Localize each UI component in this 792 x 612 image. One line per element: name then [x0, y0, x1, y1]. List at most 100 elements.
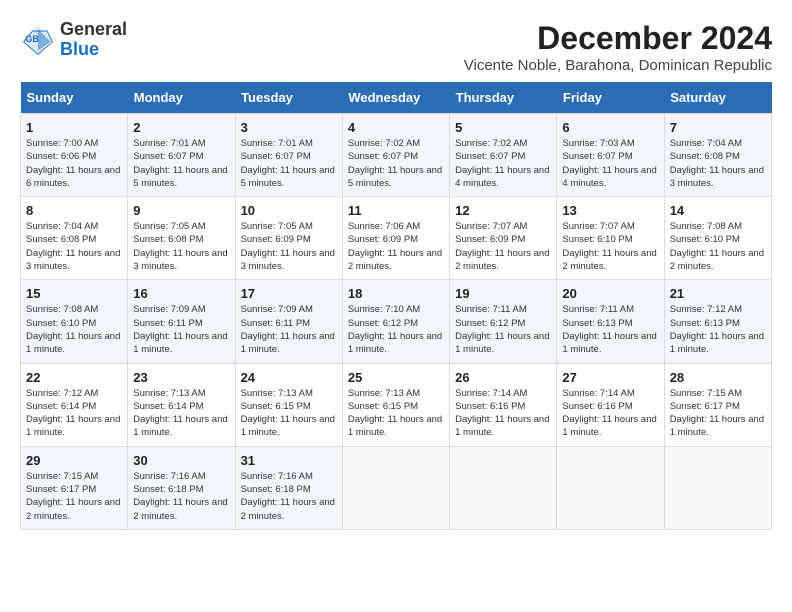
day-info: Sunrise: 7:13 AMSunset: 6:15 PMDaylight:…: [348, 387, 444, 440]
col-header-thursday: Thursday: [450, 82, 557, 114]
page-subtitle: Vicente Noble, Barahona, Dominican Repub…: [464, 57, 772, 74]
day-number: 20: [562, 286, 658, 301]
day-cell-11: 11Sunrise: 7:06 AMSunset: 6:09 PMDayligh…: [342, 197, 449, 280]
logo: GB General Blue: [20, 20, 127, 60]
col-header-friday: Friday: [557, 82, 664, 114]
day-info: Sunrise: 7:16 AMSunset: 6:18 PMDaylight:…: [133, 470, 229, 523]
week-row-2: 8 Sunrise: 7:04 AMSunset: 6:08 PMDaylight…: [21, 197, 772, 280]
day-cell-26: 26Sunrise: 7:14 AMSunset: 6:16 PMDayligh…: [450, 363, 557, 446]
calendar-table: SundayMondayTuesdayWednesdayThursdayFrid…: [20, 82, 772, 530]
day-info: Sunrise: 7:12 AMSunset: 6:14 PMDaylight:…: [26, 387, 122, 440]
day-number: 29: [26, 453, 122, 468]
calendar-header-row: SundayMondayTuesdayWednesdayThursdayFrid…: [21, 82, 772, 114]
day-info: Sunrise: 7:15 AMSunset: 6:17 PMDaylight:…: [26, 470, 122, 523]
day-cell-16: 16Sunrise: 7:09 AMSunset: 6:11 PMDayligh…: [128, 280, 235, 363]
day-info: Sunrise: 7:05 AMSunset: 6:09 PMDaylight:…: [241, 220, 337, 273]
empty-cell: [557, 446, 664, 529]
day-cell-19: 19 Sunrise: 7:11 AMSunset: 6:12 PMDayligh…: [450, 280, 557, 363]
day-info: Sunrise: 7:04 AMSunset: 6:08 PMDaylight:…: [670, 137, 766, 190]
day-info: Sunrise: 7:03 AMSunset: 6:07 PMDaylight:…: [562, 137, 658, 190]
day-cell-28: 28 Sunrise: 7:15 AMSunset: 6:17 PMDayligh…: [664, 363, 771, 446]
day-cell-18: 18 Sunrise: 7:10 AMSunset: 6:12 PMDayligh…: [342, 280, 449, 363]
day-number: 18: [348, 286, 444, 301]
day-number: 27: [562, 370, 658, 385]
empty-cell: [450, 446, 557, 529]
day-info: Sunrise: 7:00 AMSunset: 6:06 PMDaylight:…: [26, 137, 122, 190]
day-cell-1: 1 Sunrise: 7:00 AMSunset: 6:06 PMDaylight…: [21, 114, 128, 197]
day-info: Sunrise: 7:05 AMSunset: 6:08 PMDaylight:…: [133, 220, 229, 273]
day-number: 2: [133, 120, 229, 135]
col-header-wednesday: Wednesday: [342, 82, 449, 114]
day-number: 6: [562, 120, 658, 135]
day-info: Sunrise: 7:08 AMSunset: 6:10 PMDaylight:…: [670, 220, 766, 273]
day-info: Sunrise: 7:11 AMSunset: 6:13 PMDaylight:…: [562, 303, 658, 356]
day-number: 3: [241, 120, 337, 135]
day-cell-15: 15 Sunrise: 7:08 AMSunset: 6:10 PMDayligh…: [21, 280, 128, 363]
day-cell-25: 25 Sunrise: 7:13 AMSunset: 6:15 PMDayligh…: [342, 363, 449, 446]
title-area: December 2024 Vicente Noble, Barahona, D…: [464, 20, 772, 74]
day-info: Sunrise: 7:09 AMSunset: 6:11 PMDaylight:…: [241, 303, 337, 356]
week-row-1: 1 Sunrise: 7:00 AMSunset: 6:06 PMDaylight…: [21, 114, 772, 197]
calendar-body: 1 Sunrise: 7:00 AMSunset: 6:06 PMDaylight…: [21, 114, 772, 530]
day-cell-23: 23Sunrise: 7:13 AMSunset: 6:14 PMDayligh…: [128, 363, 235, 446]
day-info: Sunrise: 7:06 AMSunset: 6:09 PMDaylight:…: [348, 220, 444, 273]
day-number: 26: [455, 370, 551, 385]
day-number: 17: [241, 286, 337, 301]
day-cell-27: 27 Sunrise: 7:14 AMSunset: 6:16 PMDayligh…: [557, 363, 664, 446]
day-info: Sunrise: 7:04 AMSunset: 6:08 PMDaylight:…: [26, 220, 122, 273]
day-info: Sunrise: 7:16 AMSunset: 6:18 PMDaylight:…: [241, 470, 337, 523]
day-number: 1: [26, 120, 122, 135]
day-number: 10: [241, 203, 337, 218]
day-info: Sunrise: 7:01 AMSunset: 6:07 PMDaylight:…: [133, 137, 229, 190]
empty-cell: [664, 446, 771, 529]
day-number: 5: [455, 120, 551, 135]
day-info: Sunrise: 7:11 AMSunset: 6:12 PMDaylight:…: [455, 303, 551, 356]
day-cell-13: 13Sunrise: 7:07 AMSunset: 6:10 PMDayligh…: [557, 197, 664, 280]
day-cell-17: 17 Sunrise: 7:09 AMSunset: 6:11 PMDayligh…: [235, 280, 342, 363]
day-info: Sunrise: 7:12 AMSunset: 6:13 PMDaylight:…: [670, 303, 766, 356]
col-header-monday: Monday: [128, 82, 235, 114]
day-number: 15: [26, 286, 122, 301]
day-cell-30: 30Sunrise: 7:16 AMSunset: 6:18 PMDayligh…: [128, 446, 235, 529]
day-cell-6: 6 Sunrise: 7:03 AMSunset: 6:07 PMDaylight…: [557, 114, 664, 197]
day-number: 21: [670, 286, 766, 301]
day-number: 28: [670, 370, 766, 385]
day-number: 22: [26, 370, 122, 385]
day-cell-2: 2 Sunrise: 7:01 AMSunset: 6:07 PMDaylight…: [128, 114, 235, 197]
day-number: 25: [348, 370, 444, 385]
day-info: Sunrise: 7:15 AMSunset: 6:17 PMDaylight:…: [670, 387, 766, 440]
day-number: 4: [348, 120, 444, 135]
day-number: 7: [670, 120, 766, 135]
day-cell-31: 31 Sunrise: 7:16 AMSunset: 6:18 PMDayligh…: [235, 446, 342, 529]
page-title: December 2024: [464, 20, 772, 57]
page-header: GB General Blue December 2024 Vicente No…: [20, 20, 772, 74]
day-cell-7: 7 Sunrise: 7:04 AMSunset: 6:08 PMDaylight…: [664, 114, 771, 197]
logo-general: General: [60, 20, 127, 40]
day-number: 12: [455, 203, 551, 218]
day-number: 19: [455, 286, 551, 301]
col-header-tuesday: Tuesday: [235, 82, 342, 114]
week-row-4: 22 Sunrise: 7:12 AMSunset: 6:14 PMDayligh…: [21, 363, 772, 446]
day-cell-9: 9Sunrise: 7:05 AMSunset: 6:08 PMDaylight…: [128, 197, 235, 280]
day-number: 31: [241, 453, 337, 468]
empty-cell: [342, 446, 449, 529]
day-info: Sunrise: 7:13 AMSunset: 6:14 PMDaylight:…: [133, 387, 229, 440]
day-cell-22: 22 Sunrise: 7:12 AMSunset: 6:14 PMDayligh…: [21, 363, 128, 446]
day-number: 13: [562, 203, 658, 218]
day-info: Sunrise: 7:14 AMSunset: 6:16 PMDaylight:…: [562, 387, 658, 440]
logo-text: General Blue: [60, 20, 127, 60]
logo-icon: GB: [20, 22, 56, 58]
week-row-5: 29 Sunrise: 7:15 AMSunset: 6:17 PMDayligh…: [21, 446, 772, 529]
week-row-3: 15 Sunrise: 7:08 AMSunset: 6:10 PMDayligh…: [21, 280, 772, 363]
col-header-saturday: Saturday: [664, 82, 771, 114]
day-number: 8: [26, 203, 122, 218]
logo-blue: Blue: [60, 40, 127, 60]
day-cell-8: 8 Sunrise: 7:04 AMSunset: 6:08 PMDaylight…: [21, 197, 128, 280]
day-info: Sunrise: 7:01 AMSunset: 6:07 PMDaylight:…: [241, 137, 337, 190]
day-info: Sunrise: 7:10 AMSunset: 6:12 PMDaylight:…: [348, 303, 444, 356]
day-cell-4: 4Sunrise: 7:02 AMSunset: 6:07 PMDaylight…: [342, 114, 449, 197]
day-info: Sunrise: 7:08 AMSunset: 6:10 PMDaylight:…: [26, 303, 122, 356]
day-info: Sunrise: 7:02 AMSunset: 6:07 PMDaylight:…: [455, 137, 551, 190]
day-number: 24: [241, 370, 337, 385]
col-header-sunday: Sunday: [21, 82, 128, 114]
